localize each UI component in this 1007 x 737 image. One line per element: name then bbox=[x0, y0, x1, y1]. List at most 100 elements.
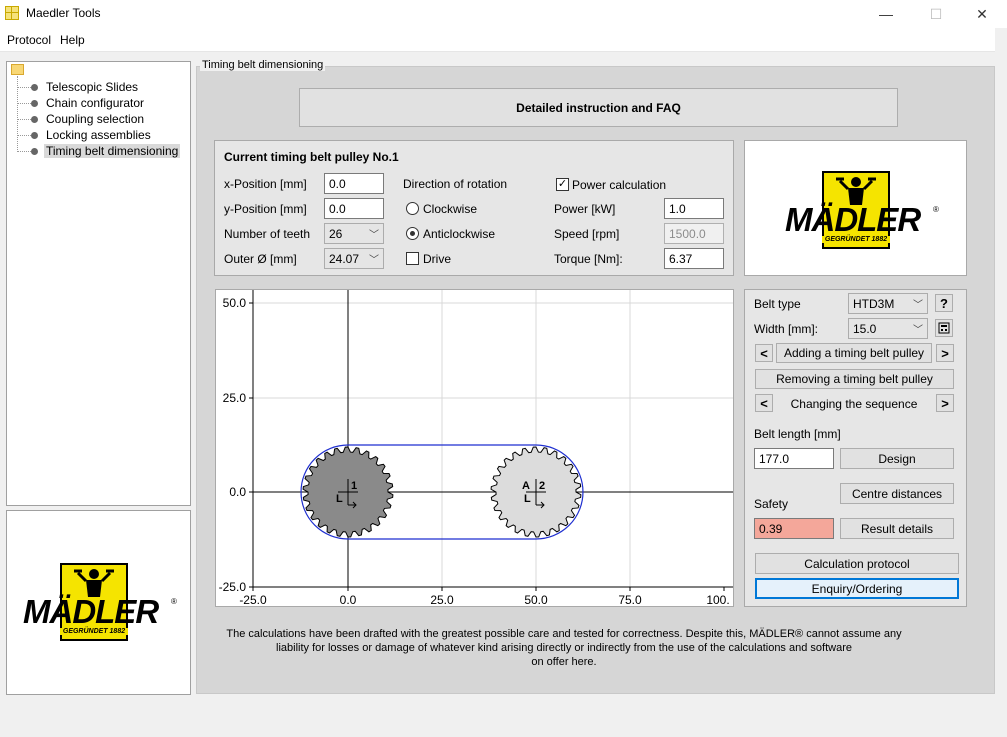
menu-bar: Protocol Help bbox=[0, 28, 995, 52]
pulley-number: 1 bbox=[392, 150, 399, 164]
power-input[interactable]: 1.0 bbox=[664, 198, 724, 219]
belt-length-input[interactable]: 177.0 bbox=[754, 448, 834, 469]
width-label: Width [mm]: bbox=[754, 322, 819, 336]
minimize-button[interactable]: — bbox=[863, 0, 909, 28]
folder-icon bbox=[11, 64, 24, 75]
faq-button[interactable]: Detailed instruction and FAQ bbox=[299, 88, 898, 127]
axis-ticks bbox=[249, 302, 725, 591]
outer-diameter-label: Outer Ø [mm] bbox=[224, 252, 297, 266]
tree-item-telescopic-slides[interactable]: Telescopic Slides bbox=[46, 80, 138, 94]
menu-protocol[interactable]: Protocol bbox=[7, 33, 51, 47]
tree-node-icon bbox=[31, 132, 38, 139]
y-tick-label: 0.0 bbox=[229, 485, 246, 499]
pulley-2-number: 2 bbox=[539, 480, 545, 492]
y-position-input[interactable]: 0.0 bbox=[324, 198, 384, 219]
remove-pulley-button[interactable]: Removing a timing belt pulley bbox=[755, 369, 954, 389]
clockwise-radio[interactable] bbox=[406, 202, 419, 215]
width-select[interactable]: 15.0 ﹀ bbox=[848, 318, 928, 339]
logo-founded: GEGRÜNDET 1882 bbox=[822, 236, 890, 243]
tree-node-icon bbox=[31, 84, 38, 91]
x-position-input[interactable]: 0.0 bbox=[324, 173, 384, 194]
disclaimer-line: liability for losses or damage of whatev… bbox=[276, 642, 852, 654]
drive-checkbox[interactable] bbox=[406, 252, 419, 265]
x-tick-label: 100. bbox=[706, 593, 729, 606]
belt-type-value: HTD3M bbox=[853, 296, 895, 311]
window-scrollbar[interactable] bbox=[995, 28, 1007, 737]
safety-label: Safety bbox=[754, 497, 789, 511]
outer-diameter-select[interactable]: 24.07 ﹀ bbox=[324, 248, 384, 269]
change-sequence-label: Changing the sequence bbox=[790, 397, 918, 411]
disclaimer-line: on offer here. bbox=[531, 656, 597, 668]
clockwise-label[interactable]: Clockwise bbox=[423, 202, 477, 216]
calculator-icon bbox=[938, 322, 950, 334]
menu-help[interactable]: Help bbox=[60, 33, 85, 47]
chevron-down-icon: ﹀ bbox=[913, 325, 923, 336]
centre-distances-button[interactable]: Centre distances bbox=[840, 483, 954, 504]
tree-node-icon bbox=[31, 116, 38, 123]
power-label: Power [kW] bbox=[554, 202, 616, 216]
maedler-logo: MÄDLER ® GEGRÜNDET 1882 bbox=[23, 563, 178, 641]
tree-item-chain-configurator[interactable]: Chain configurator bbox=[46, 96, 144, 110]
belt-plot-canvas: 50.0 25.0 0.0 -25.0 -25.0 0.0 25.0 50.0 … bbox=[219, 290, 733, 607]
speed-input: 1500.0 bbox=[664, 223, 724, 244]
direction-label: Direction of rotation bbox=[403, 177, 508, 191]
logo-panel-right: MÄDLER ® GEGRÜNDET 1882 bbox=[744, 140, 967, 276]
pulley-2-direction: L bbox=[524, 493, 531, 505]
logo-founded: GEGRÜNDET 1882 bbox=[60, 628, 128, 635]
x-tick-label: 0.0 bbox=[340, 593, 357, 606]
outer-diameter-value: 24.07 bbox=[329, 251, 360, 266]
add-pulley-button[interactable]: Adding a timing belt pulley bbox=[776, 343, 932, 363]
maedler-logo: MÄDLER ® GEGRÜNDET 1882 bbox=[785, 171, 940, 249]
enquiry-ordering-button[interactable]: Enquiry/Ordering bbox=[755, 578, 959, 599]
x-tick-label: -25.0 bbox=[239, 593, 267, 606]
power-calc-checkbox[interactable]: ✓ bbox=[556, 178, 569, 191]
torque-label: Torque [Nm]: bbox=[554, 252, 623, 266]
maximize-button[interactable]: ☐ bbox=[913, 0, 959, 28]
app-icon bbox=[5, 6, 19, 20]
close-button[interactable]: ✕ bbox=[959, 0, 1005, 28]
power-calc-label[interactable]: Power calculation bbox=[572, 178, 666, 192]
tree-node-icon bbox=[31, 148, 38, 155]
anticlockwise-radio[interactable] bbox=[406, 227, 419, 240]
help-button[interactable]: ? bbox=[935, 294, 953, 312]
sequence-next-button[interactable]: > bbox=[936, 394, 954, 412]
chevron-down-icon: ﹀ bbox=[369, 230, 379, 241]
torque-input[interactable]: 6.37 bbox=[664, 248, 724, 269]
belt-length-label: Belt length [mm] bbox=[754, 427, 841, 441]
logo-panel: MÄDLER ® GEGRÜNDET 1882 bbox=[6, 510, 191, 695]
safety-value: 0.39 bbox=[754, 518, 834, 539]
anticlockwise-label[interactable]: Anticlockwise bbox=[423, 227, 495, 241]
main-group-label: Timing belt dimensioning bbox=[200, 59, 326, 71]
teeth-select[interactable]: 26 ﹀ bbox=[324, 223, 384, 244]
tree-item-coupling-selection[interactable]: Coupling selection bbox=[46, 112, 144, 126]
chevron-down-icon: ﹀ bbox=[369, 255, 379, 266]
tree-item-locking-assemblies[interactable]: Locking assemblies bbox=[46, 128, 151, 142]
pulley-heading: Current timing belt pulley No. bbox=[224, 150, 393, 164]
belt-type-select[interactable]: HTD3M ﹀ bbox=[848, 293, 928, 314]
tree-node-icon bbox=[31, 100, 38, 107]
width-value: 15.0 bbox=[853, 321, 877, 336]
navigation-tree: Telescopic Slides Chain configurator Cou… bbox=[6, 61, 191, 506]
teeth-value: 26 bbox=[329, 226, 343, 241]
chevron-down-icon: ﹀ bbox=[913, 300, 923, 311]
pulley-1-direction: L bbox=[336, 493, 343, 505]
y-tick-label: 50.0 bbox=[223, 296, 247, 310]
y-tick-label: 25.0 bbox=[223, 391, 247, 405]
y-tick-label: -25.0 bbox=[219, 580, 247, 594]
tree-item-timing-belt-dimensioning[interactable]: Timing belt dimensioning bbox=[44, 144, 181, 158]
result-details-button[interactable]: Result details bbox=[840, 518, 954, 539]
x-position-label: x-Position [mm] bbox=[224, 177, 307, 191]
x-tick-label: 75.0 bbox=[618, 593, 642, 606]
belt-plot[interactable]: 50.0 25.0 0.0 -25.0 -25.0 0.0 25.0 50.0 … bbox=[215, 289, 734, 607]
calculation-protocol-button[interactable]: Calculation protocol bbox=[755, 553, 959, 574]
design-button[interactable]: Design bbox=[840, 448, 954, 469]
add-prev-button[interactable]: < bbox=[755, 344, 773, 362]
add-next-button[interactable]: > bbox=[936, 344, 954, 362]
drive-label[interactable]: Drive bbox=[423, 252, 451, 266]
calculator-button[interactable] bbox=[935, 319, 953, 337]
disclaimer: The calculations have been drafted with … bbox=[200, 627, 928, 669]
window-title: Maedler Tools bbox=[26, 6, 101, 20]
sequence-prev-button[interactable]: < bbox=[755, 394, 773, 412]
pulley-2-anchor: A bbox=[522, 480, 530, 492]
logo-wordmark: MÄDLER bbox=[23, 593, 159, 630]
